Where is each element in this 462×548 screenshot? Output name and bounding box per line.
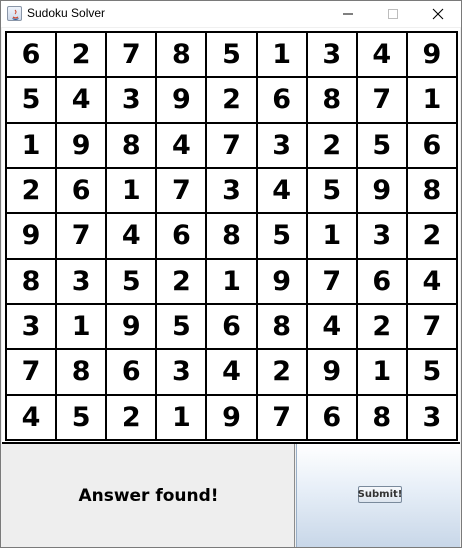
- sudoku-cell-r7c2[interactable]: 1: [57, 304, 106, 349]
- sudoku-cell-r4c7[interactable]: 5: [307, 168, 356, 213]
- sudoku-cell-r1c5[interactable]: 5: [207, 33, 256, 77]
- sudoku-cell-r8c8[interactable]: 1: [357, 350, 406, 394]
- sudoku-cell-r2c7[interactable]: 8: [307, 78, 356, 122]
- sudoku-cell-r3c5[interactable]: 7: [207, 123, 256, 167]
- sudoku-cell-r2c5[interactable]: 2: [207, 78, 256, 122]
- sudoku-cell-r9c2[interactable]: 5: [57, 395, 106, 439]
- sudoku-cell-r6c3[interactable]: 5: [107, 259, 156, 303]
- title-bar: Sudoku Solver: [1, 1, 461, 27]
- sudoku-cell-r2c8[interactable]: 7: [357, 78, 406, 122]
- sudoku-cell-r8c3[interactable]: 6: [107, 350, 156, 394]
- sudoku-cell-r8c9[interactable]: 5: [407, 350, 456, 394]
- sudoku-cell-r4c6[interactable]: 4: [257, 168, 306, 213]
- status-panel: Answer found!: [2, 444, 295, 547]
- sudoku-cell-r5c9[interactable]: 2: [407, 214, 456, 258]
- submit-panel: Submit!: [296, 444, 460, 547]
- sudoku-cell-r5c7[interactable]: 1: [307, 214, 356, 258]
- sudoku-cell-r7c8[interactable]: 2: [357, 304, 406, 349]
- sudoku-cell-r3c4[interactable]: 4: [157, 123, 206, 167]
- sudoku-cell-r6c1[interactable]: 8: [7, 259, 56, 303]
- sudoku-cell-r4c1[interactable]: 2: [7, 168, 56, 213]
- sudoku-cell-r4c8[interactable]: 9: [357, 168, 406, 213]
- sudoku-cell-r2c4[interactable]: 9: [157, 78, 206, 122]
- sudoku-cell-r8c1[interactable]: 7: [7, 350, 56, 394]
- java-app-icon: [7, 6, 22, 21]
- sudoku-cell-r4c9[interactable]: 8: [407, 168, 456, 213]
- sudoku-cell-r9c5[interactable]: 9: [207, 395, 256, 439]
- sudoku-cell-r3c2[interactable]: 9: [57, 123, 106, 167]
- sudoku-cell-r6c5[interactable]: 1: [207, 259, 256, 303]
- sudoku-cell-r3c1[interactable]: 1: [7, 123, 56, 167]
- submit-button[interactable]: Submit!: [358, 486, 402, 503]
- sudoku-cell-r4c2[interactable]: 6: [57, 168, 106, 213]
- sudoku-cell-r1c4[interactable]: 8: [157, 33, 206, 77]
- sudoku-cell-r4c5[interactable]: 3: [207, 168, 256, 213]
- sudoku-cell-r3c9[interactable]: 6: [407, 123, 456, 167]
- sudoku-cell-r1c7[interactable]: 3: [307, 33, 356, 77]
- sudoku-cell-r6c7[interactable]: 7: [307, 259, 356, 303]
- sudoku-cell-r5c8[interactable]: 3: [357, 214, 406, 258]
- sudoku-cell-r1c9[interactable]: 9: [407, 33, 456, 77]
- sudoku-cell-r9c4[interactable]: 1: [157, 395, 206, 439]
- sudoku-cell-r9c7[interactable]: 6: [307, 395, 356, 439]
- sudoku-cell-r1c3[interactable]: 7: [107, 33, 156, 77]
- minimize-button[interactable]: [325, 1, 371, 27]
- sudoku-cell-r8c4[interactable]: 3: [157, 350, 206, 394]
- sudoku-cell-r7c6[interactable]: 8: [257, 304, 306, 349]
- sudoku-cell-r8c2[interactable]: 8: [57, 350, 106, 394]
- sudoku-cell-r9c6[interactable]: 7: [257, 395, 306, 439]
- sudoku-cell-r2c2[interactable]: 4: [57, 78, 106, 122]
- sudoku-cell-r1c1[interactable]: 6: [7, 33, 56, 77]
- sudoku-cell-r7c9[interactable]: 7: [407, 304, 456, 349]
- sudoku-cell-r7c5[interactable]: 6: [207, 304, 256, 349]
- sudoku-cell-r7c3[interactable]: 9: [107, 304, 156, 349]
- sudoku-cell-r8c7[interactable]: 9: [307, 350, 356, 394]
- sudoku-cell-r9c9[interactable]: 3: [407, 395, 456, 439]
- sudoku-cell-r4c3[interactable]: 1: [107, 168, 156, 213]
- sudoku-cell-r5c5[interactable]: 8: [207, 214, 256, 258]
- sudoku-cell-r5c6[interactable]: 5: [257, 214, 306, 258]
- board-area: 6278513495439268711984732562617345989746…: [2, 28, 460, 442]
- sudoku-cell-r7c4[interactable]: 5: [157, 304, 206, 349]
- app-window: Sudoku Solver 62785134954392687119847325…: [0, 0, 462, 548]
- sudoku-cell-r4c4[interactable]: 7: [157, 168, 206, 213]
- sudoku-cell-r2c3[interactable]: 3: [107, 78, 156, 122]
- close-icon: [432, 8, 444, 20]
- sudoku-cell-r6c2[interactable]: 3: [57, 259, 106, 303]
- sudoku-cell-r3c6[interactable]: 3: [257, 123, 306, 167]
- minimize-icon: [343, 13, 353, 15]
- sudoku-cell-r2c1[interactable]: 5: [7, 78, 56, 122]
- window-title: Sudoku Solver: [27, 6, 106, 20]
- sudoku-cell-r5c4[interactable]: 6: [157, 214, 206, 258]
- sudoku-cell-r1c2[interactable]: 2: [57, 33, 106, 77]
- sudoku-cell-r3c7[interactable]: 2: [307, 123, 356, 167]
- bottom-panel: Answer found! Submit!: [2, 442, 460, 547]
- sudoku-cell-r1c6[interactable]: 1: [257, 33, 306, 77]
- close-button[interactable]: [415, 1, 461, 27]
- sudoku-cell-r7c7[interactable]: 4: [307, 304, 356, 349]
- sudoku-cell-r1c8[interactable]: 4: [357, 33, 406, 77]
- maximize-button[interactable]: [370, 1, 416, 27]
- sudoku-grid: 6278513495439268711984732562617345989746…: [5, 31, 458, 441]
- sudoku-cell-r5c1[interactable]: 9: [7, 214, 56, 258]
- sudoku-cell-r5c2[interactable]: 7: [57, 214, 106, 258]
- sudoku-cell-r5c3[interactable]: 4: [107, 214, 156, 258]
- sudoku-cell-r9c8[interactable]: 8: [357, 395, 406, 439]
- sudoku-cell-r2c6[interactable]: 6: [257, 78, 306, 122]
- sudoku-cell-r6c4[interactable]: 2: [157, 259, 206, 303]
- sudoku-cell-r6c8[interactable]: 6: [357, 259, 406, 303]
- status-message: Answer found!: [78, 485, 219, 506]
- sudoku-cell-r3c3[interactable]: 8: [107, 123, 156, 167]
- sudoku-cell-r8c5[interactable]: 4: [207, 350, 256, 394]
- sudoku-cell-r2c9[interactable]: 1: [407, 78, 456, 122]
- sudoku-cell-r6c6[interactable]: 9: [257, 259, 306, 303]
- sudoku-cell-r3c8[interactable]: 5: [357, 123, 406, 167]
- sudoku-cell-r6c9[interactable]: 4: [407, 259, 456, 303]
- sudoku-cell-r9c1[interactable]: 4: [7, 395, 56, 439]
- sudoku-cell-r8c6[interactable]: 2: [257, 350, 306, 394]
- sudoku-cell-r7c1[interactable]: 3: [7, 304, 56, 349]
- sudoku-cell-r9c3[interactable]: 2: [107, 395, 156, 439]
- maximize-icon: [388, 9, 398, 19]
